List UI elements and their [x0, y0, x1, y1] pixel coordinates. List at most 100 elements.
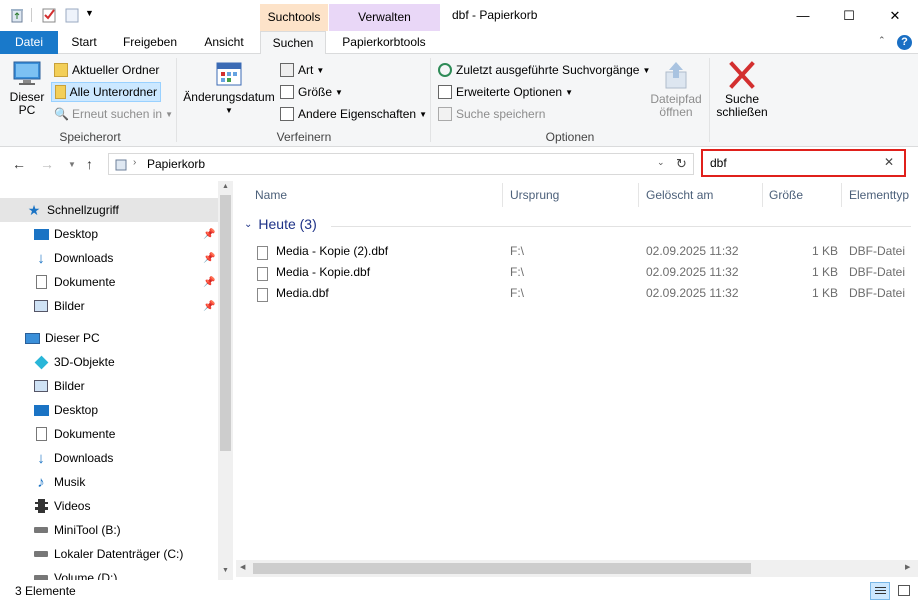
zuletzt-suchvorgaenge-button[interactable]: Zuletzt ausgeführte Suchvorgänge ▼ [438, 60, 650, 80]
forward-arrow-icon[interactable]: → [40, 156, 54, 172]
refresh-icon[interactable]: ↻ [676, 156, 687, 172]
pin-icon: 📌 [203, 276, 216, 288]
nav-pc-desktop[interactable]: Desktop [0, 398, 218, 422]
group-label-optionen: Optionen [545, 130, 595, 144]
clear-search-icon[interactable]: ✕ [884, 155, 894, 169]
large-icons-view-button[interactable] [894, 582, 914, 600]
horizontal-scrollbar-thumb[interactable] [253, 563, 751, 574]
title-bar: ▼ Suchtools Verwalten dbf - Papierkorb —… [0, 0, 918, 31]
column-header-name[interactable]: Name [255, 181, 287, 209]
column-header-groesse[interactable]: Größe [769, 181, 803, 209]
recycle-bin-icon[interactable] [9, 7, 25, 23]
nav-pc-downloads[interactable]: ↓ Downloads [0, 446, 218, 470]
nav-schnellzugriff[interactable]: ★ Schnellzugriff [0, 198, 218, 222]
column-separator[interactable] [841, 183, 842, 207]
search-input[interactable]: dbf [710, 156, 727, 170]
table-row[interactable]: Media.dbf F:\ 02.09.2025 11:32 1 KB DBF-… [236, 283, 918, 304]
back-arrow-icon[interactable]: ← [12, 156, 26, 172]
nav-pc-lokaler-datentraeger[interactable]: Lokaler Datenträger (C:) [0, 542, 218, 566]
computer-icon [13, 61, 41, 85]
groesse-button[interactable]: Größe ▼ [280, 82, 343, 102]
group-header-heute[interactable]: ⌄ Heute (3) [244, 216, 317, 232]
scroll-down-icon[interactable]: ▼ [222, 567, 229, 574]
collapse-group-icon[interactable]: ⌄ [244, 219, 252, 230]
collapse-ribbon-icon[interactable]: ⌃ [878, 35, 886, 46]
customize-qa-dropdown-icon[interactable]: ▼ [85, 8, 94, 18]
nav-dieser-pc[interactable]: Dieser PC [0, 326, 218, 350]
address-history-chevron-icon[interactable]: ⌄ [657, 157, 665, 168]
nav-pc-bilder[interactable]: Bilder [0, 374, 218, 398]
file-origin: F:\ [510, 286, 524, 300]
breadcrumb-papierkorb[interactable]: Papierkorb [147, 157, 205, 171]
erneut-suchen-button[interactable]: 🔍 Erneut suchen in ▼ [51, 104, 176, 124]
alle-unterordner-button[interactable]: Alle Unterordner [51, 82, 161, 102]
scroll-left-icon[interactable]: ◀ [240, 563, 245, 571]
desktop-icon [33, 226, 49, 242]
nav-quick-downloads[interactable]: ↓ Downloads 📌 [0, 246, 218, 270]
nav-pc-volume-d[interactable]: Volume (D:) [0, 566, 218, 580]
properties-icon[interactable] [41, 7, 57, 23]
up-arrow-icon[interactable]: ↑ [86, 156, 93, 172]
column-separator[interactable] [638, 183, 639, 207]
address-bar[interactable]: › Papierkorb ⌄ ↻ [108, 153, 694, 175]
erweiterte-optionen-button[interactable]: Erweiterte Optionen ▼ [438, 82, 573, 102]
dieser-pc-button[interactable]: Dieser PC [6, 58, 48, 117]
andere-eigenschaften-button[interactable]: Andere Eigenschaften ▼ [280, 104, 427, 124]
column-separator[interactable] [762, 183, 763, 207]
aenderungsdatum-button[interactable]: Änderungsdatum ▼ [182, 60, 276, 117]
nav-pc-musik[interactable]: ♪ Musik [0, 470, 218, 494]
tab-ansicht[interactable]: Ansicht [194, 31, 254, 54]
nav-label: 3D-Objekte [54, 355, 115, 369]
help-button[interactable]: ? [897, 35, 912, 50]
groesse-label: Größe [298, 85, 333, 99]
chevron-down-icon: ▼ [419, 109, 428, 119]
ribbon-separator [176, 58, 177, 142]
file-name: Media.dbf [276, 286, 329, 300]
nav-quick-dokumente[interactable]: Dokumente 📌 [0, 270, 218, 294]
tab-papierkorbtools[interactable]: Papierkorbtools [332, 31, 436, 54]
dateipfad-oeffnen-button[interactable]: Dateipfad öffnen [645, 60, 707, 119]
column-header-ursprung[interactable]: Ursprung [510, 181, 559, 209]
close-button[interactable]: ✕ [872, 0, 918, 31]
minimize-button[interactable]: — [780, 0, 826, 31]
column-header-geloescht-am[interactable]: Gelöscht am [646, 181, 713, 209]
tab-suchen[interactable]: Suchen [260, 31, 326, 55]
suche-schliessen-label-2: schließen [716, 105, 768, 119]
suche-schliessen-button[interactable]: Suche schließen [714, 60, 770, 119]
nav-scrollbar-thumb[interactable] [220, 195, 231, 451]
horizontal-scrollbar[interactable]: ◀ ▶ [236, 560, 918, 577]
table-row[interactable]: Media - Kopie.dbf F:\ 02.09.2025 11:32 1… [236, 262, 918, 283]
tab-freigeben[interactable]: Freigeben [112, 31, 188, 54]
recent-locations-chevron-icon[interactable]: ▼ [68, 160, 76, 169]
download-icon: ↓ [37, 449, 45, 467]
maximize-icon: ☐ [843, 7, 855, 23]
new-folder-icon[interactable] [64, 7, 80, 23]
nav-pc-videos[interactable]: Videos [0, 494, 218, 518]
details-view-button[interactable] [870, 582, 890, 600]
scroll-right-icon[interactable]: ▶ [905, 563, 910, 571]
column-header-elementtyp[interactable]: Elementtyp [849, 181, 909, 209]
nav-pc-3d-objekte[interactable]: 3D-Objekte [0, 350, 218, 374]
scroll-up-icon[interactable]: ▲ [222, 183, 229, 190]
tab-datei[interactable]: Datei [0, 31, 58, 54]
nav-quick-desktop[interactable]: Desktop 📌 [0, 222, 218, 246]
download-icon: ↓ [37, 249, 45, 267]
properties-doc-icon [280, 107, 294, 121]
art-button[interactable]: Art ▼ [280, 60, 324, 80]
nav-quick-bilder[interactable]: Bilder 📌 [0, 294, 218, 318]
breadcrumb-chevron-icon[interactable]: › [133, 157, 136, 168]
aktueller-ordner-label: Aktueller Ordner [72, 63, 160, 77]
aktueller-ordner-button[interactable]: Aktueller Ordner [51, 60, 162, 80]
nav-pc-dokumente[interactable]: Dokumente [0, 422, 218, 446]
dieser-pc-label-2: PC [18, 103, 36, 117]
nav-label: MiniTool (B:) [54, 523, 121, 537]
table-row[interactable]: Media - Kopie (2).dbf F:\ 02.09.2025 11:… [236, 241, 918, 262]
search-box[interactable]: dbf ✕ [701, 149, 906, 177]
tab-start[interactable]: Start [60, 31, 108, 54]
context-label-verwalten: Verwalten [358, 10, 411, 24]
column-separator[interactable] [502, 183, 503, 207]
suche-speichern-button[interactable]: Suche speichern [438, 104, 545, 124]
nav-pc-minitool[interactable]: MiniTool (B:) [0, 518, 218, 542]
maximize-button[interactable]: ☐ [826, 0, 872, 31]
nav-scrollbar[interactable]: ▲ ▼ [218, 181, 233, 580]
